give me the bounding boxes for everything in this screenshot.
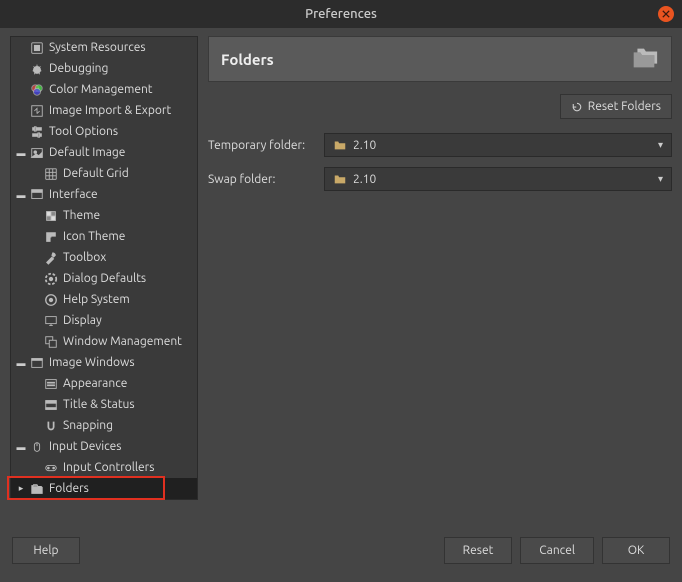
icon-theme-icon	[43, 229, 59, 245]
appearance-icon	[43, 376, 59, 392]
tree-item-interface[interactable]: ▬ Interface	[11, 184, 197, 205]
tree-item-image-windows[interactable]: ▬ Image Windows	[11, 352, 197, 373]
snapping-icon	[43, 418, 59, 434]
folders-header-icon	[629, 43, 659, 76]
temporary-folder-label: Temporary folder:	[208, 139, 316, 152]
window-management-icon	[43, 334, 59, 350]
close-button[interactable]	[658, 6, 674, 22]
tree-item-system-resources[interactable]: System Resources	[11, 37, 197, 58]
reset-button[interactable]: Reset	[444, 537, 513, 564]
tree-item-color-management[interactable]: Color Management	[11, 79, 197, 100]
tree-item-default-image[interactable]: ▬ Default Image	[11, 142, 197, 163]
tree-label: Title & Status	[63, 398, 135, 411]
content-panel: Folders Reset Folders Temporary folder: …	[208, 36, 672, 526]
tree-item-help-system[interactable]: Help System	[11, 289, 197, 310]
collapse-icon[interactable]: ▬	[15, 147, 27, 159]
tree-item-input-controllers[interactable]: Input Controllers	[11, 457, 197, 478]
toolbox-icon	[43, 250, 59, 266]
cancel-button[interactable]: Cancel	[520, 537, 594, 564]
import-export-icon	[29, 103, 45, 119]
help-system-icon	[43, 292, 59, 308]
interface-icon	[29, 187, 45, 203]
tree-item-image-import-export[interactable]: Image Import & Export	[11, 100, 197, 121]
tree-label: Appearance	[63, 377, 127, 390]
tree-item-display[interactable]: Display	[11, 310, 197, 331]
panel-header: Folders	[208, 36, 672, 82]
titlebar: Preferences	[0, 0, 682, 28]
tree-label: System Resources	[49, 41, 146, 54]
tree-item-title-status[interactable]: Title & Status	[11, 394, 197, 415]
chevron-down-icon: ▾	[658, 139, 663, 151]
tree-label: Help System	[63, 293, 130, 306]
image-windows-icon	[29, 355, 45, 371]
tree-label: Dialog Defaults	[63, 272, 146, 285]
tree-item-window-management[interactable]: Window Management	[11, 331, 197, 352]
tree-label: Interface	[49, 188, 98, 201]
close-icon	[662, 10, 670, 18]
tree-label: Default Grid	[63, 167, 129, 180]
tree-label: Display	[63, 314, 102, 327]
tree-label: Input Controllers	[63, 461, 154, 474]
theme-icon	[43, 208, 59, 224]
window-title: Preferences	[305, 7, 377, 21]
folders-icon	[29, 481, 45, 497]
debugging-icon	[29, 61, 45, 77]
tree-label: Debugging	[49, 62, 108, 75]
temporary-folder-select[interactable]: 2.10 ▾	[324, 133, 672, 157]
swap-folder-select[interactable]: 2.10 ▾	[324, 167, 672, 191]
input-devices-icon	[29, 439, 45, 455]
help-button[interactable]: Help	[12, 537, 80, 564]
temporary-folder-value: 2.10	[353, 139, 376, 152]
tree-item-icon-theme[interactable]: Icon Theme	[11, 226, 197, 247]
input-controllers-icon	[43, 460, 59, 476]
tree-label: Folders	[49, 482, 89, 495]
title-status-icon	[43, 397, 59, 413]
tree-label: Snapping	[63, 419, 113, 432]
folder-icon	[333, 172, 347, 186]
tree-item-dialog-defaults[interactable]: Dialog Defaults	[11, 268, 197, 289]
collapse-icon[interactable]: ▬	[15, 357, 27, 369]
display-icon	[43, 313, 59, 329]
ok-button[interactable]: OK	[602, 537, 670, 564]
tree-item-theme[interactable]: Theme	[11, 205, 197, 226]
tree-label: Tool Options	[49, 125, 118, 138]
color-management-icon	[29, 82, 45, 98]
tree-item-input-devices[interactable]: ▬ Input Devices	[11, 436, 197, 457]
swap-folder-value: 2.10	[353, 173, 376, 186]
default-image-icon	[29, 145, 45, 161]
tree-label: Icon Theme	[63, 230, 125, 243]
swap-folder-label: Swap folder:	[208, 173, 316, 186]
tree-item-appearance[interactable]: Appearance	[11, 373, 197, 394]
reset-folders-label: Reset Folders	[588, 100, 661, 113]
tree-item-default-grid[interactable]: Default Grid	[11, 163, 197, 184]
dialog-defaults-icon	[43, 271, 59, 287]
collapse-icon[interactable]: ▬	[15, 189, 27, 201]
tree-label: Theme	[63, 209, 100, 222]
tree-item-folders[interactable]: ▸ Folders	[11, 478, 197, 499]
tool-options-icon	[29, 124, 45, 140]
reset-folders-button[interactable]: Reset Folders	[560, 94, 672, 119]
chevron-down-icon: ▾	[658, 173, 663, 185]
tree-label: Image Import & Export	[49, 104, 171, 117]
preferences-tree: System Resources Debugging Color Managem…	[10, 36, 198, 500]
reset-icon	[571, 101, 583, 113]
tree-label: Toolbox	[63, 251, 106, 264]
tree-label: Input Devices	[49, 440, 122, 453]
tree-item-debugging[interactable]: Debugging	[11, 58, 197, 79]
tree-label: Default Image	[49, 146, 125, 159]
tree-label: Window Management	[63, 335, 182, 348]
tree-label: Image Windows	[49, 356, 135, 369]
tree-label: Color Management	[49, 83, 153, 96]
tree-item-tool-options[interactable]: Tool Options	[11, 121, 197, 142]
tree-item-snapping[interactable]: Snapping	[11, 415, 197, 436]
default-grid-icon	[43, 166, 59, 182]
tree-item-toolbox[interactable]: Toolbox	[11, 247, 197, 268]
folder-icon	[333, 138, 347, 152]
panel-title: Folders	[221, 51, 274, 68]
collapse-icon[interactable]: ▬	[15, 441, 27, 453]
expand-icon[interactable]: ▸	[15, 483, 27, 495]
dialog-footer: Help Reset Cancel OK	[0, 526, 682, 574]
system-resources-icon	[29, 40, 45, 56]
